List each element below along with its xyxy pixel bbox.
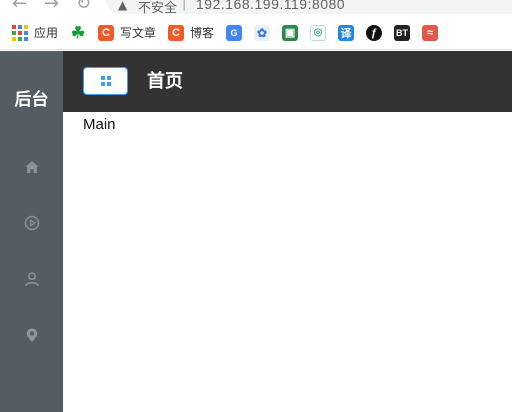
browser-toolbar: ← → ↻ ▲ 不安全 | 192.168.199.119:8080 [0,0,512,16]
sidebar: 后台 [0,51,63,412]
sidebar-brand: 后台 [14,90,49,110]
bookmark-label: 博客 [190,26,215,40]
page-title: 首页 [147,71,183,92]
apps-grid-icon [12,24,28,41]
address-bar[interactable]: ▲ 不安全 | 192.168.199.119:8080 [106,0,512,15]
clover-icon: ☘ [70,24,86,42]
back-arrow-icon[interactable]: ← [12,0,27,14]
collapse-toggle-button[interactable] [83,67,128,95]
forward-arrow-icon[interactable]: → [44,0,59,14]
bookmark-circle[interactable]: ƒ [366,21,383,45]
bookmark-clover[interactable]: ☘ [70,21,86,45]
cloud-icon: ◎ [310,24,327,41]
bookmark-translate[interactable]: G [226,21,243,45]
translate-icon: G [226,24,243,41]
csdn-icon: C [98,24,115,41]
warning-icon: ▲ [118,0,128,12]
header: 首页 [63,51,512,112]
location-icon [26,328,37,342]
home-icon [25,161,38,173]
bookmark-blog[interactable]: C 博客 [168,21,214,45]
sidebar-item-location[interactable] [0,307,63,363]
bookmark-red[interactable]: ≈ [422,21,439,45]
security-label: 不安全 [138,0,178,15]
sidebar-item-video[interactable] [0,195,63,251]
main-content: Main [63,112,512,412]
bookmarks-bar: 应用 ☘ C 写文章 C 博客 G ✿ ▣ ◎ 译 ƒ BT ≈ [0,16,512,50]
bookmark-bird[interactable]: ✿ [254,21,271,45]
bookmark-android[interactable]: ▣ [282,21,299,45]
bookmark-yi[interactable]: 译 [338,21,355,45]
bird-icon: ✿ [254,24,271,41]
android-icon: ▣ [282,24,299,41]
yi-icon: 译 [338,24,355,41]
bookmark-apps[interactable]: 应用 [12,21,58,45]
video-play-icon [24,215,39,231]
address-separator: | [182,0,187,11]
red-icon: ≈ [422,24,439,41]
reload-icon[interactable]: ↻ [76,0,91,14]
csdn-icon: C [168,24,185,41]
grid-menu-icon [100,76,111,86]
sidebar-item-home[interactable] [0,139,63,195]
bookmark-cloud[interactable]: ◎ [310,21,327,45]
user-icon [24,272,39,287]
circle-icon: ƒ [366,24,383,41]
url-text: 192.168.199.119:8080 [196,0,346,12]
sidebar-item-user[interactable] [0,251,63,307]
bookmark-bt[interactable]: BT [394,21,411,45]
bookmark-label: 应用 [34,26,59,40]
bookmark-label: 写文章 [120,26,157,40]
bookmark-write-article[interactable]: C 写文章 [98,21,156,45]
main-text: Main [83,116,116,133]
bt-icon: BT [394,24,411,41]
